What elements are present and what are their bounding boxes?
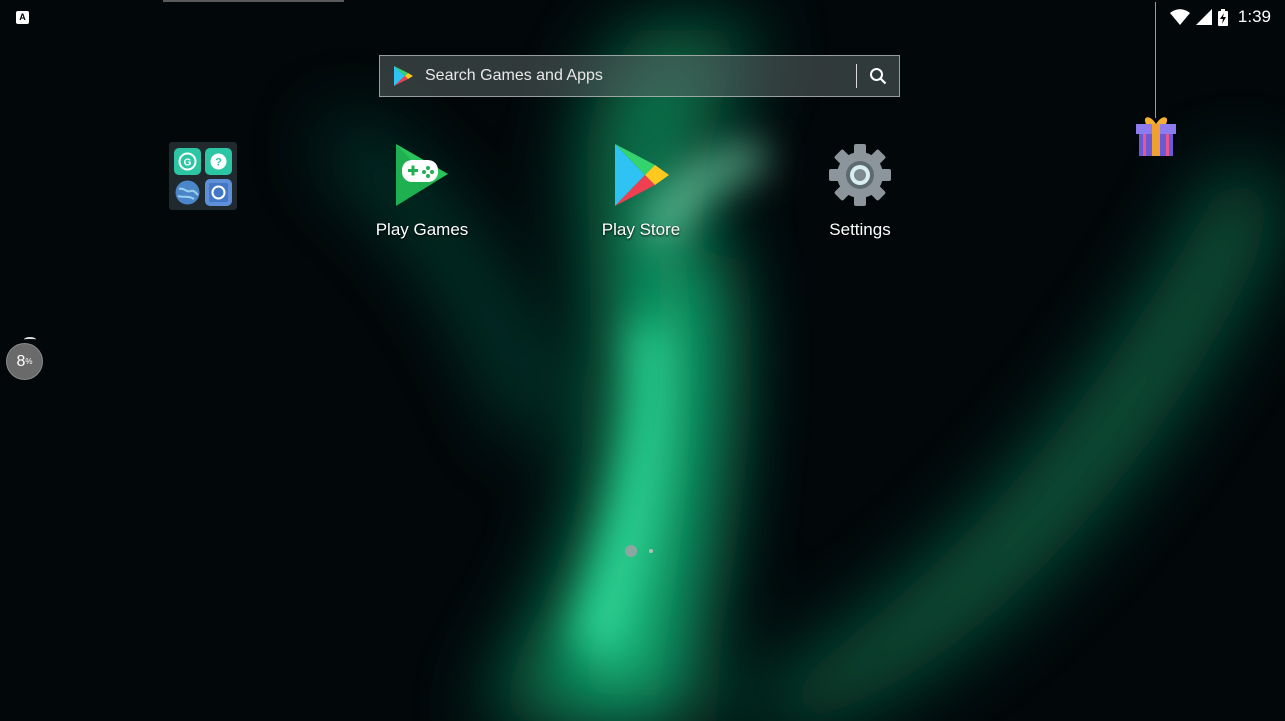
status-bar: 1:39 [1169,5,1271,29]
app-folder[interactable]: G ? [169,142,237,210]
help-app-icon: ? [205,148,232,175]
play-store-icon [615,144,669,206]
search-button[interactable] [857,56,899,96]
play-games-icon [396,144,448,206]
page-dot[interactable] [649,549,653,553]
battery-charging-icon [1217,8,1228,26]
badge-progress-arc [24,337,36,342]
svg-text:?: ? [215,157,222,169]
page-indicator [625,545,653,557]
gift-box-icon[interactable] [1134,112,1178,158]
grammar-app-icon: G [174,148,201,175]
gift-string [1155,2,1156,118]
percent-badge[interactable]: 8% [6,343,43,380]
search-icon [870,68,887,85]
clock: 1:39 [1237,7,1271,26]
settings-gear-icon [829,144,891,206]
home-screen: A 1:39 Search Games and Apps G ? Play Ga… [0,0,1285,721]
signal-icon [1195,9,1212,25]
play-store-logo-icon [394,66,413,86]
aurora-wallpaper [0,0,1285,721]
badge-unit: % [25,357,33,366]
badge-value: 8 [16,352,26,370]
svg-text:G: G [184,158,192,169]
app-label: Play Store [601,220,681,239]
notification-a-icon: A [16,11,29,24]
camera-app-icon [205,179,232,206]
app-play-games[interactable]: Play Games [367,142,477,240]
wifi-icon [1169,9,1190,25]
app-label: Play Games [375,220,469,239]
app-label: Settings [829,220,891,239]
globe-app-icon [174,179,201,206]
app-settings[interactable]: Settings [805,142,915,240]
page-dot-active[interactable] [625,545,637,557]
app-play-store[interactable]: Play Store [586,142,696,240]
top-indicator-line [163,0,344,2]
search-bar[interactable]: Search Games and Apps [379,55,900,97]
search-input[interactable]: Search Games and Apps [425,67,856,85]
